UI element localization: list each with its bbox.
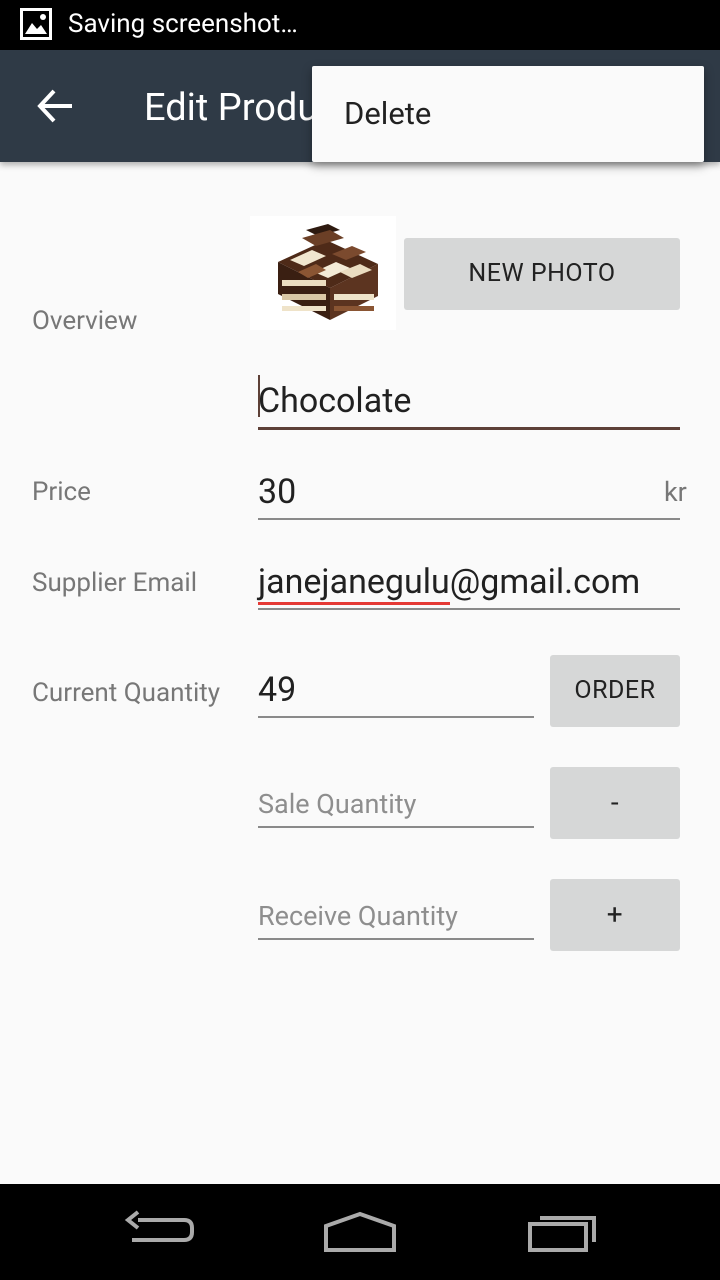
menu-item-delete[interactable]: Delete <box>312 66 704 162</box>
decrease-quantity-button[interactable]: - <box>550 767 680 839</box>
current-quantity-input[interactable]: 49 <box>258 660 534 718</box>
current-quantity-value: 49 <box>258 670 297 710</box>
price-label: Price <box>32 477 91 507</box>
order-button[interactable]: ORDER <box>550 655 680 727</box>
sale-quantity-placeholder: Sale Quantity <box>258 788 417 820</box>
image-icon <box>20 8 52 40</box>
misspelled-text: janejanegulu <box>258 562 450 605</box>
receive-quantity-input[interactable]: Receive Quantity <box>258 888 534 940</box>
status-bar: Saving screenshot… <box>0 0 720 50</box>
supplier-email-input[interactable]: janejanegulu@gmail.com <box>258 554 680 610</box>
back-arrow-icon[interactable] <box>32 80 80 132</box>
new-photo-button[interactable]: NEW PHOTO <box>404 238 680 310</box>
email-domain-text: @gmail.com <box>449 562 641 602</box>
supplier-email-value: janejanegulu@gmail.com <box>258 560 641 605</box>
home-nav-icon[interactable] <box>320 1206 400 1258</box>
status-notification-text: Saving screenshot… <box>68 9 298 39</box>
price-input[interactable]: 30 <box>258 464 680 520</box>
current-quantity-label: Current Quantity <box>32 678 221 708</box>
overview-label: Overview <box>32 306 138 336</box>
increase-quantity-button[interactable]: + <box>550 879 680 951</box>
recents-nav-icon[interactable] <box>524 1206 604 1258</box>
receive-quantity-placeholder: Receive Quantity <box>258 900 458 932</box>
price-value: 30 <box>258 472 297 512</box>
product-name-input[interactable]: Chocolate <box>258 370 680 430</box>
overflow-menu: Delete <box>312 66 704 162</box>
system-nav-bar <box>0 1184 720 1280</box>
sale-quantity-input[interactable]: Sale Quantity <box>258 776 534 828</box>
product-name-value: Chocolate <box>258 381 412 421</box>
product-photo <box>250 216 396 330</box>
back-nav-icon[interactable] <box>120 1206 200 1258</box>
supplier-email-label: Supplier Email <box>32 568 198 598</box>
chocolate-image <box>278 224 378 320</box>
price-currency-suffix: kr <box>664 476 687 508</box>
